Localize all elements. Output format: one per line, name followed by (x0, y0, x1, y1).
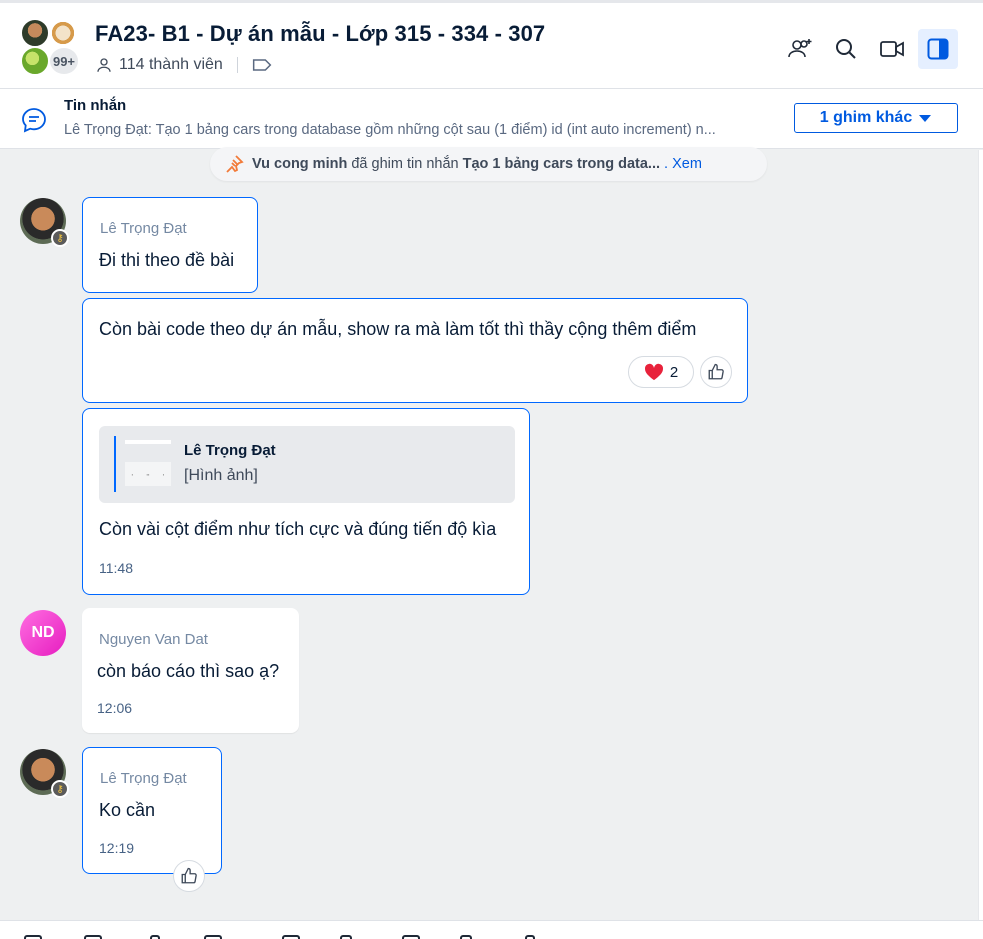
image-icon[interactable] (84, 935, 102, 939)
message-time: 12:19 (99, 840, 135, 856)
like-button[interactable] (173, 860, 205, 892)
message-time: 12:06 (97, 700, 133, 716)
header-actions (780, 29, 958, 69)
add-member-icon (788, 39, 812, 58)
like-icon (708, 363, 724, 380)
avatar[interactable]: ND (20, 610, 66, 656)
group-avatar[interactable]: 99+ (20, 18, 80, 78)
divider (236, 57, 238, 73)
reaction-summary[interactable]: 2 (628, 356, 694, 388)
message-bubble[interactable]: Lê Trọng Đạt Ko cần 12:19 (82, 747, 222, 874)
search-button[interactable] (826, 29, 866, 69)
conversation-title[interactable]: FA23- B1 - Dự án mẫu - Lớp 315 - 334 - 3… (95, 21, 545, 47)
message-text: Ko cần (99, 800, 156, 820)
avatar[interactable]: ⚷ (20, 749, 69, 798)
avatar[interactable]: ⚷ (20, 198, 69, 247)
member-count[interactable]: 114 thành viên (95, 56, 272, 74)
format-icon[interactable] (340, 935, 352, 939)
notice-view-link[interactable]: . Xem (664, 156, 702, 172)
quote-text: [Hình ảnh] (184, 467, 258, 484)
notice-action: đã ghim tin nhắn (351, 156, 459, 172)
chat-bubble-icon (22, 108, 46, 133)
scrollbar[interactable] (978, 150, 983, 920)
pin-icon (226, 155, 244, 173)
message-text: Còn bài code theo dự án mẫu, show ra mà … (99, 319, 697, 339)
pinned-preview: Lê Trọng Đạt: Tạo 1 bảng cars trong data… (64, 122, 716, 138)
sender-name: Nguyen Van Dat (99, 631, 208, 648)
video-call-icon (880, 41, 904, 57)
quote-bar (114, 436, 116, 492)
search-icon (836, 39, 856, 59)
extra-icon[interactable] (525, 935, 535, 939)
like-icon (181, 867, 197, 884)
person-icon (97, 58, 111, 72)
heart-icon (644, 363, 663, 381)
more-pins-label: 1 ghim khác (819, 109, 913, 126)
member-avatar (20, 46, 50, 76)
tag-icon[interactable] (252, 57, 272, 73)
message-bubble[interactable]: Lê Trọng Đạt Đi thi theo đề bài (82, 197, 258, 293)
message-bubble[interactable]: Còn bài code theo dự án mẫu, show ra mà … (82, 298, 748, 403)
member-avatar (48, 18, 78, 48)
reaction-count: 2 (669, 363, 679, 381)
add-member-button[interactable] (780, 29, 820, 69)
member-overflow-badge: 99+ (48, 46, 80, 76)
notice-message: Tạo 1 bảng cars trong data... (462, 156, 661, 172)
card-icon[interactable] (282, 935, 300, 939)
sender-name: Lê Trọng Đạt (100, 220, 187, 237)
chat-header: 99+ FA23- B1 - Dự án mẫu - Lớp 315 - 334… (0, 0, 983, 89)
key-icon: ⚷ (51, 229, 69, 247)
image-thumbnail: ▪ ▪▪ ▪ (125, 440, 171, 492)
quoted-message[interactable]: ▪ ▪▪ ▪ Lê Trọng Đạt [Hình ảnh] (99, 426, 515, 503)
message-time: 11:48 (99, 560, 133, 576)
member-avatar (20, 18, 50, 48)
sender-name: Lê Trọng Đạt (100, 770, 187, 787)
more-pins-button[interactable]: 1 ghim khác (794, 103, 958, 133)
system-pin-notice: Vu cong minh đã ghim tin nhắn Tạo 1 bảng… (210, 147, 767, 181)
attach-icon[interactable] (150, 935, 160, 939)
like-button[interactable] (700, 356, 732, 388)
sticker-icon[interactable] (24, 935, 42, 939)
pinned-message-bar[interactable]: Tin nhắn Lê Trọng Đạt: Tạo 1 bảng cars t… (0, 89, 983, 149)
screenshot-icon[interactable] (204, 935, 222, 939)
message-text: Đi thi theo đề bài (99, 250, 235, 270)
quote-sender: Lê Trọng Đạt (184, 442, 276, 459)
video-call-button[interactable] (872, 29, 912, 69)
sidebar-toggle-icon (927, 38, 949, 60)
sidebar-toggle-button[interactable] (918, 29, 958, 69)
message-text: còn báo cáo thì sao ạ? (97, 661, 280, 681)
key-icon: ⚷ (51, 780, 69, 798)
message-bubble[interactable]: Nguyen Van Dat còn báo cáo thì sao ạ? 12… (82, 608, 299, 733)
message-bubble[interactable]: ▪ ▪▪ ▪ Lê Trọng Đạt [Hình ảnh] Còn vài cột… (82, 408, 530, 595)
composer-toolbar (0, 920, 983, 939)
notice-actor: Vu cong minh (252, 156, 348, 172)
pinned-title: Tin nhắn (64, 97, 127, 114)
message-text: Còn vài cột điểm như tích cực và đúng ti… (99, 519, 497, 539)
member-count-label: 114 thành viên (119, 56, 223, 73)
more-icon[interactable] (460, 935, 472, 939)
caret-down-icon (919, 115, 932, 122)
quick-message-icon[interactable] (402, 935, 420, 939)
